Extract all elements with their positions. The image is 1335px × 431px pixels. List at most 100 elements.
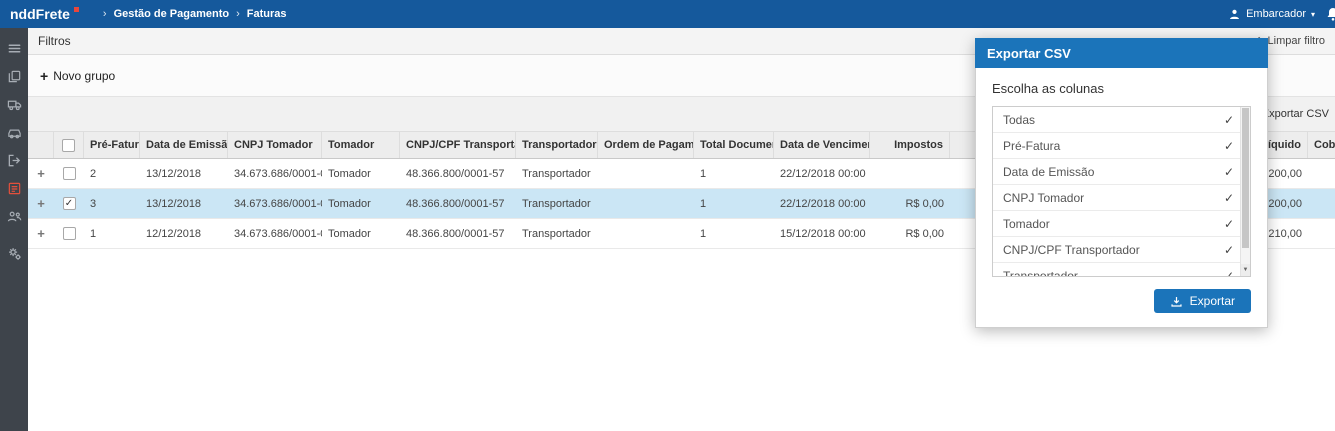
filters-title: Filtros bbox=[38, 34, 71, 48]
option-label: CNPJ/CPF Transportador bbox=[1003, 242, 1140, 257]
options-scrollbar[interactable]: ▼ bbox=[1240, 107, 1250, 276]
users-icon[interactable] bbox=[0, 202, 28, 230]
option-label: CNPJ Tomador bbox=[1003, 190, 1085, 205]
cell-cnpj-tomador: 34.673.686/0001-01 bbox=[234, 167, 322, 180]
header-ordem-pagamento[interactable]: Ordem de Pagamento bbox=[598, 132, 694, 158]
option-pre-fatura[interactable]: Pré-Fatura ✓ bbox=[993, 133, 1240, 159]
option-todas[interactable]: Todas ✓ bbox=[993, 107, 1240, 133]
row-checkbox[interactable]: ✓ bbox=[62, 227, 76, 240]
documents-icon[interactable] bbox=[0, 62, 28, 90]
menu-icon[interactable] bbox=[0, 34, 28, 62]
breadcrumb-gestao-pagamento[interactable]: Gestão de Pagamento bbox=[114, 8, 230, 20]
scroll-down-arrow-icon[interactable]: ▼ bbox=[1241, 264, 1250, 276]
modal-export-label: Exportar bbox=[1189, 294, 1235, 308]
header-data-vencimento[interactable]: Data de Vencimento bbox=[774, 132, 870, 158]
cell-data-vencimento: 15/12/2018 00:00 bbox=[780, 227, 866, 240]
cell-cnpj-cpf-transportador: 48.366.800/0001-57 bbox=[406, 227, 505, 240]
header-transportador[interactable]: Transportador bbox=[516, 132, 598, 158]
header-tomador[interactable]: Tomador bbox=[322, 132, 400, 158]
check-icon: ✓ bbox=[1223, 138, 1234, 153]
expand-row-button[interactable]: + bbox=[37, 167, 45, 180]
modal-title: Exportar CSV bbox=[975, 38, 1268, 68]
export-csv-modal: Exportar CSV Escolha as colunas Todas ✓ … bbox=[975, 38, 1268, 328]
check-icon: ✓ bbox=[1223, 268, 1234, 277]
cell-tomador: Tomador bbox=[328, 227, 371, 240]
new-group-button[interactable]: + Novo grupo bbox=[40, 68, 115, 84]
option-data-emissao[interactable]: Data de Emissão ✓ bbox=[993, 159, 1240, 185]
cell-ordem-pagamento bbox=[598, 219, 694, 248]
row-checkbox[interactable]: ✓ bbox=[62, 167, 76, 180]
payments-invoices-icon[interactable] bbox=[0, 174, 28, 202]
cell-data-vencimento: 22/12/2018 00:00 bbox=[780, 197, 866, 210]
breadcrumb-chevron-icon: › bbox=[102, 8, 107, 20]
option-label: Data de Emissão bbox=[1003, 164, 1095, 179]
plus-icon: + bbox=[40, 67, 49, 84]
option-cnpj-cpf-transportador[interactable]: CNPJ/CPF Transportador ✓ bbox=[993, 237, 1240, 263]
cell-cobranca bbox=[1308, 219, 1335, 248]
row-checkbox[interactable]: ✓ bbox=[62, 197, 76, 210]
breadcrumb-faturas[interactable]: Faturas bbox=[247, 8, 287, 20]
modal-footer: Exportar bbox=[992, 277, 1251, 313]
header-cnpj-cpf-transportador[interactable]: CNPJ/CPF Transportador bbox=[400, 132, 516, 158]
cell-cobranca bbox=[1308, 159, 1335, 188]
header-impostos[interactable]: Impostos bbox=[870, 132, 950, 158]
user-icon bbox=[1230, 9, 1240, 19]
cell-total-documentos: 1 bbox=[700, 227, 707, 240]
option-tomador[interactable]: Tomador ✓ bbox=[993, 211, 1240, 237]
cell-pre-fatura: 1 bbox=[90, 227, 97, 240]
cell-pre-fatura: 3 bbox=[90, 197, 97, 210]
header-expand-cell bbox=[28, 132, 54, 158]
clear-filter-label: Limpar filtro bbox=[1267, 35, 1325, 47]
option-label: Pré-Fatura bbox=[1003, 138, 1061, 153]
cell-data-emissao: 13/12/2018 bbox=[146, 167, 202, 180]
modal-subtitle: Escolha as colunas bbox=[992, 81, 1105, 96]
cell-transportador: Transportador bbox=[522, 167, 591, 180]
expand-row-button[interactable]: + bbox=[37, 197, 45, 210]
option-cnpj-tomador[interactable]: CNPJ Tomador ✓ bbox=[993, 185, 1240, 211]
app-logo[interactable]: nddFrete bbox=[10, 6, 79, 22]
option-label: Tomador bbox=[1003, 216, 1050, 231]
header-cnpj-tomador[interactable]: CNPJ Tomador bbox=[228, 132, 322, 158]
header-data-emissao[interactable]: Data de Emissão ↓ bbox=[140, 132, 228, 158]
check-icon: ✓ bbox=[1223, 242, 1234, 257]
expand-row-button[interactable]: + bbox=[37, 227, 45, 240]
cell-tomador: Tomador bbox=[328, 167, 371, 180]
cell-data-emissao: 13/12/2018 bbox=[146, 197, 202, 210]
option-label: Todas bbox=[1003, 112, 1036, 127]
breadcrumb: › Gestão de Pagamento › Faturas bbox=[103, 8, 287, 20]
option-transportador[interactable]: Transportador ✓ bbox=[993, 263, 1240, 277]
cell-impostos: R$ 0,00 bbox=[905, 227, 944, 240]
header-cobranca[interactable]: Cobra bbox=[1308, 132, 1335, 158]
notification-icon[interactable] bbox=[1325, 6, 1335, 22]
header-pre-fatura[interactable]: Pré-Fatura bbox=[84, 132, 140, 158]
cell-transportador: Transportador bbox=[522, 197, 591, 210]
download-icon bbox=[1171, 296, 1182, 307]
vehicle-icon[interactable] bbox=[0, 118, 28, 146]
sidebar bbox=[0, 28, 28, 431]
modal-export-button[interactable]: Exportar bbox=[1153, 289, 1251, 313]
header-checkbox-cell: ✓ bbox=[54, 132, 84, 158]
cell-cnpj-tomador: 34.673.686/0001-01 bbox=[234, 197, 322, 210]
modal-body: Escolha as colunas Todas ✓ Pré-Fatura ✓ … bbox=[975, 68, 1268, 328]
cell-total-documentos: 1 bbox=[700, 197, 707, 210]
cell-ordem-pagamento bbox=[598, 189, 694, 218]
scrollbar-thumb[interactable] bbox=[1242, 108, 1249, 248]
check-icon: ✓ bbox=[64, 197, 74, 209]
cell-cnpj-cpf-transportador: 48.366.800/0001-57 bbox=[406, 197, 505, 210]
header-total-documentos[interactable]: Total Documentos bbox=[694, 132, 774, 158]
cell-ordem-pagamento bbox=[598, 159, 694, 188]
cell-data-vencimento: 22/12/2018 00:00 bbox=[780, 167, 866, 180]
export-csv-label: Exportar CSV bbox=[1261, 108, 1329, 120]
truck-icon[interactable] bbox=[0, 90, 28, 118]
user-menu[interactable]: Embarcador ▾ bbox=[1218, 8, 1325, 21]
check-icon: ✓ bbox=[1223, 216, 1234, 231]
check-icon: ✓ bbox=[1223, 190, 1234, 205]
select-all-checkbox[interactable]: ✓ bbox=[62, 138, 75, 152]
settings-gears-icon[interactable] bbox=[0, 239, 28, 267]
sign-out-icon[interactable] bbox=[0, 146, 28, 174]
chevron-down-icon: ▾ bbox=[1310, 9, 1315, 19]
cell-transportador: Transportador bbox=[522, 227, 591, 240]
header-data-emissao-label: Data de Emissão bbox=[146, 139, 228, 151]
new-group-label: Novo grupo bbox=[53, 68, 116, 83]
cell-data-emissao: 12/12/2018 bbox=[146, 227, 202, 240]
